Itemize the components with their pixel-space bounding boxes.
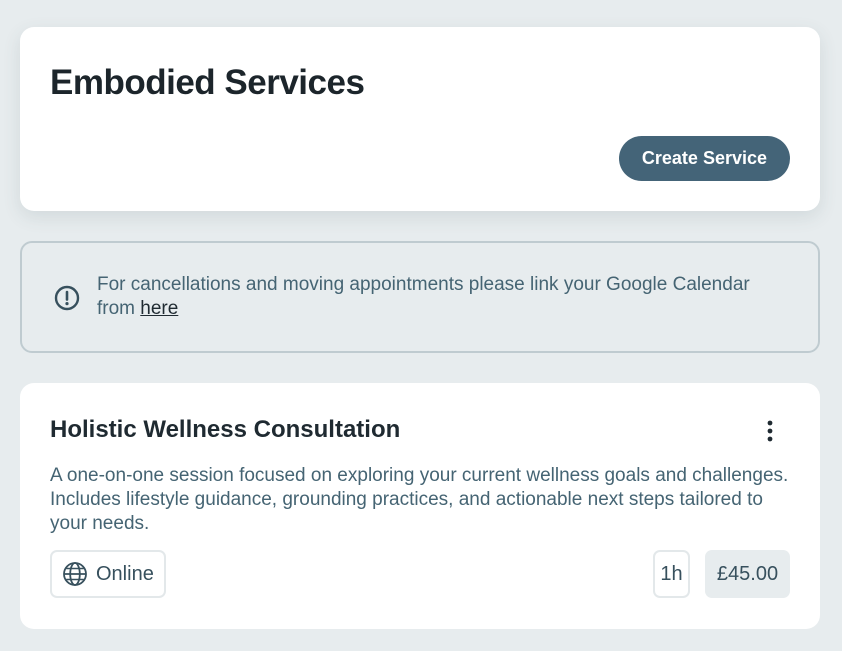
service-title: Holistic Wellness Consultation [50, 416, 401, 443]
service-description: A one-on-one session focused on explorin… [50, 465, 789, 534]
notice-text: For cancellations and moving appointment… [97, 273, 787, 321]
link-calendar-here[interactable]: here [140, 298, 178, 319]
duration-badge: 1h [653, 550, 690, 598]
calendar-notice: For cancellations and moving appointment… [20, 241, 820, 353]
location-badge: Online [50, 550, 166, 598]
location-label: Online [96, 562, 154, 585]
notice-message: For cancellations and moving appointment… [97, 274, 750, 319]
create-service-button[interactable]: Create Service [618, 136, 790, 181]
price-value: £45.00 [716, 562, 779, 585]
globe-icon [63, 562, 87, 586]
price-badge: £45.00 [705, 550, 790, 598]
alert-circle-icon [54, 285, 80, 311]
more-options-icon[interactable] [758, 419, 782, 443]
service-card: Holistic Wellness Consultation A one-on-… [20, 383, 820, 629]
services-header-card: Embodied Services Create Service [20, 27, 820, 211]
duration-value: 1h [660, 562, 683, 585]
page-title: Embodied Services [50, 63, 365, 102]
